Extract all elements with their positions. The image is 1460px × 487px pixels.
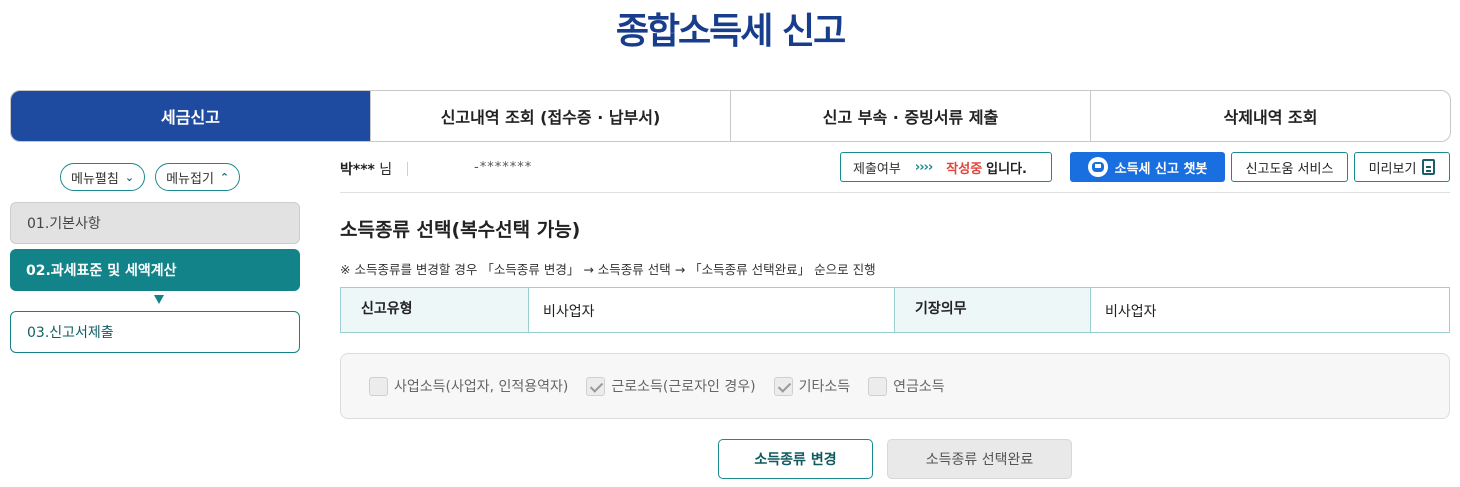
user-id-masked: -******* [474,160,533,175]
menu-expand-label: 메뉴펼침 [71,171,119,187]
tab-deleted-history[interactable]: 삭제내역 조회 [1090,91,1450,141]
tab-tax-filing[interactable]: 세금신고 [11,91,370,141]
section-title: 소득종류 선택(복수선택 가능) [340,219,581,241]
tab-attachments-submission[interactable]: 신고 부속 · 증빙서류 제출 [730,91,1090,141]
chevron-up-icon: ⌃ [219,170,230,184]
income-type-earned-checkbox[interactable] [586,376,606,396]
chevron-down-icon: ⌄ [124,170,135,184]
menu-expand-button[interactable]: 메뉴펼침 ⌄ [60,163,146,191]
menu-collapse-button[interactable]: 메뉴접기 ⌃ [155,163,241,191]
bookkeeping-label: 기장의무 [895,288,1090,332]
status-value: 작성중 [946,161,983,177]
status-suffix: 입니다. [986,161,1027,177]
user-name: 박*** 님 [340,159,392,179]
income-type-earned[interactable]: 근로소득(근로자인 경우) [586,376,756,396]
change-income-type-button[interactable]: 소득종류 변경 [718,439,873,479]
user-divider [407,162,408,176]
user-name-suffix: 님 [374,162,393,178]
income-type-selection: 사업소득(사업자, 인적용역자) 근로소득(근로자인 경우) 기타소득 연금소득 [340,353,1450,419]
income-change-notice: ※ 소득종류를 변경할 경우 「소득종류 변경」 → 소득종류 선택 → 「소득… [340,262,876,277]
filing-type-value: 비사업자 [528,288,895,332]
chatbot-button[interactable]: 소득세 신고 챗봇 [1070,152,1225,182]
menu-collapse-label: 메뉴접기 [166,171,214,187]
income-type-business[interactable]: 사업소득(사업자, 인적용역자) [369,376,568,396]
preview-button[interactable]: 미리보기 [1354,152,1450,182]
income-type-business-label: 사업소득(사업자, 인적용역자) [394,379,569,395]
main-tabs: 세금신고 신고내역 조회 (접수증 · 납부서) 신고 부속 · 증빙서류 제출… [10,90,1451,142]
bookkeeping-value: 비사업자 [1090,288,1449,332]
filing-info-table: 신고유형 비사업자 기장의무 비사업자 [340,287,1450,333]
confirm-income-type-button[interactable]: 소득종류 선택완료 [887,439,1072,479]
chatbot-icon [1087,157,1108,177]
page-title: 종합소득세 신고 [615,11,846,52]
status-arrows-icon: ›››› [914,159,933,175]
tab-filing-history[interactable]: 신고내역 조회 (접수증 · 납부서) [370,91,730,141]
document-icon [1422,159,1436,175]
income-type-earned-label: 근로소득(근로자인 경우) [611,379,756,395]
user-name-value: 박*** [340,162,375,178]
income-type-other-label: 기타소득 [798,379,851,395]
step-basic-info[interactable]: 01.기본사항 [10,202,300,244]
submission-status: 제출여부 ›››› 작성중 입니다. [840,152,1052,182]
status-label: 제출여부 [853,161,901,177]
income-type-business-checkbox[interactable] [369,376,388,396]
preview-label: 미리보기 [1368,161,1417,177]
filing-type-label: 신고유형 [341,288,528,332]
income-type-pension-label: 연금소득 [893,379,945,395]
income-type-other-checkbox[interactable] [773,376,793,396]
income-type-other[interactable]: 기타소득 [773,376,851,396]
chatbot-label: 소득세 신고 챗봇 [1114,161,1208,177]
step-tax-calculation[interactable]: 02.과세표준 및 세액계산 [10,249,300,291]
menu-toggles: 메뉴펼침 ⌄ 메뉴접기 ⌃ [60,163,241,191]
help-service-button[interactable]: 신고도움 서비스 [1231,152,1348,182]
income-type-pension-checkbox[interactable] [868,376,888,396]
user-bar: 박*** 님 -******* 제출여부 ›››› 작성중 입니다. 소득세 신… [340,152,1450,193]
step-arrow-down-icon [154,295,164,304]
income-type-pension[interactable]: 연금소득 [868,376,945,396]
step-submission[interactable]: 03.신고서제출 [10,311,300,353]
